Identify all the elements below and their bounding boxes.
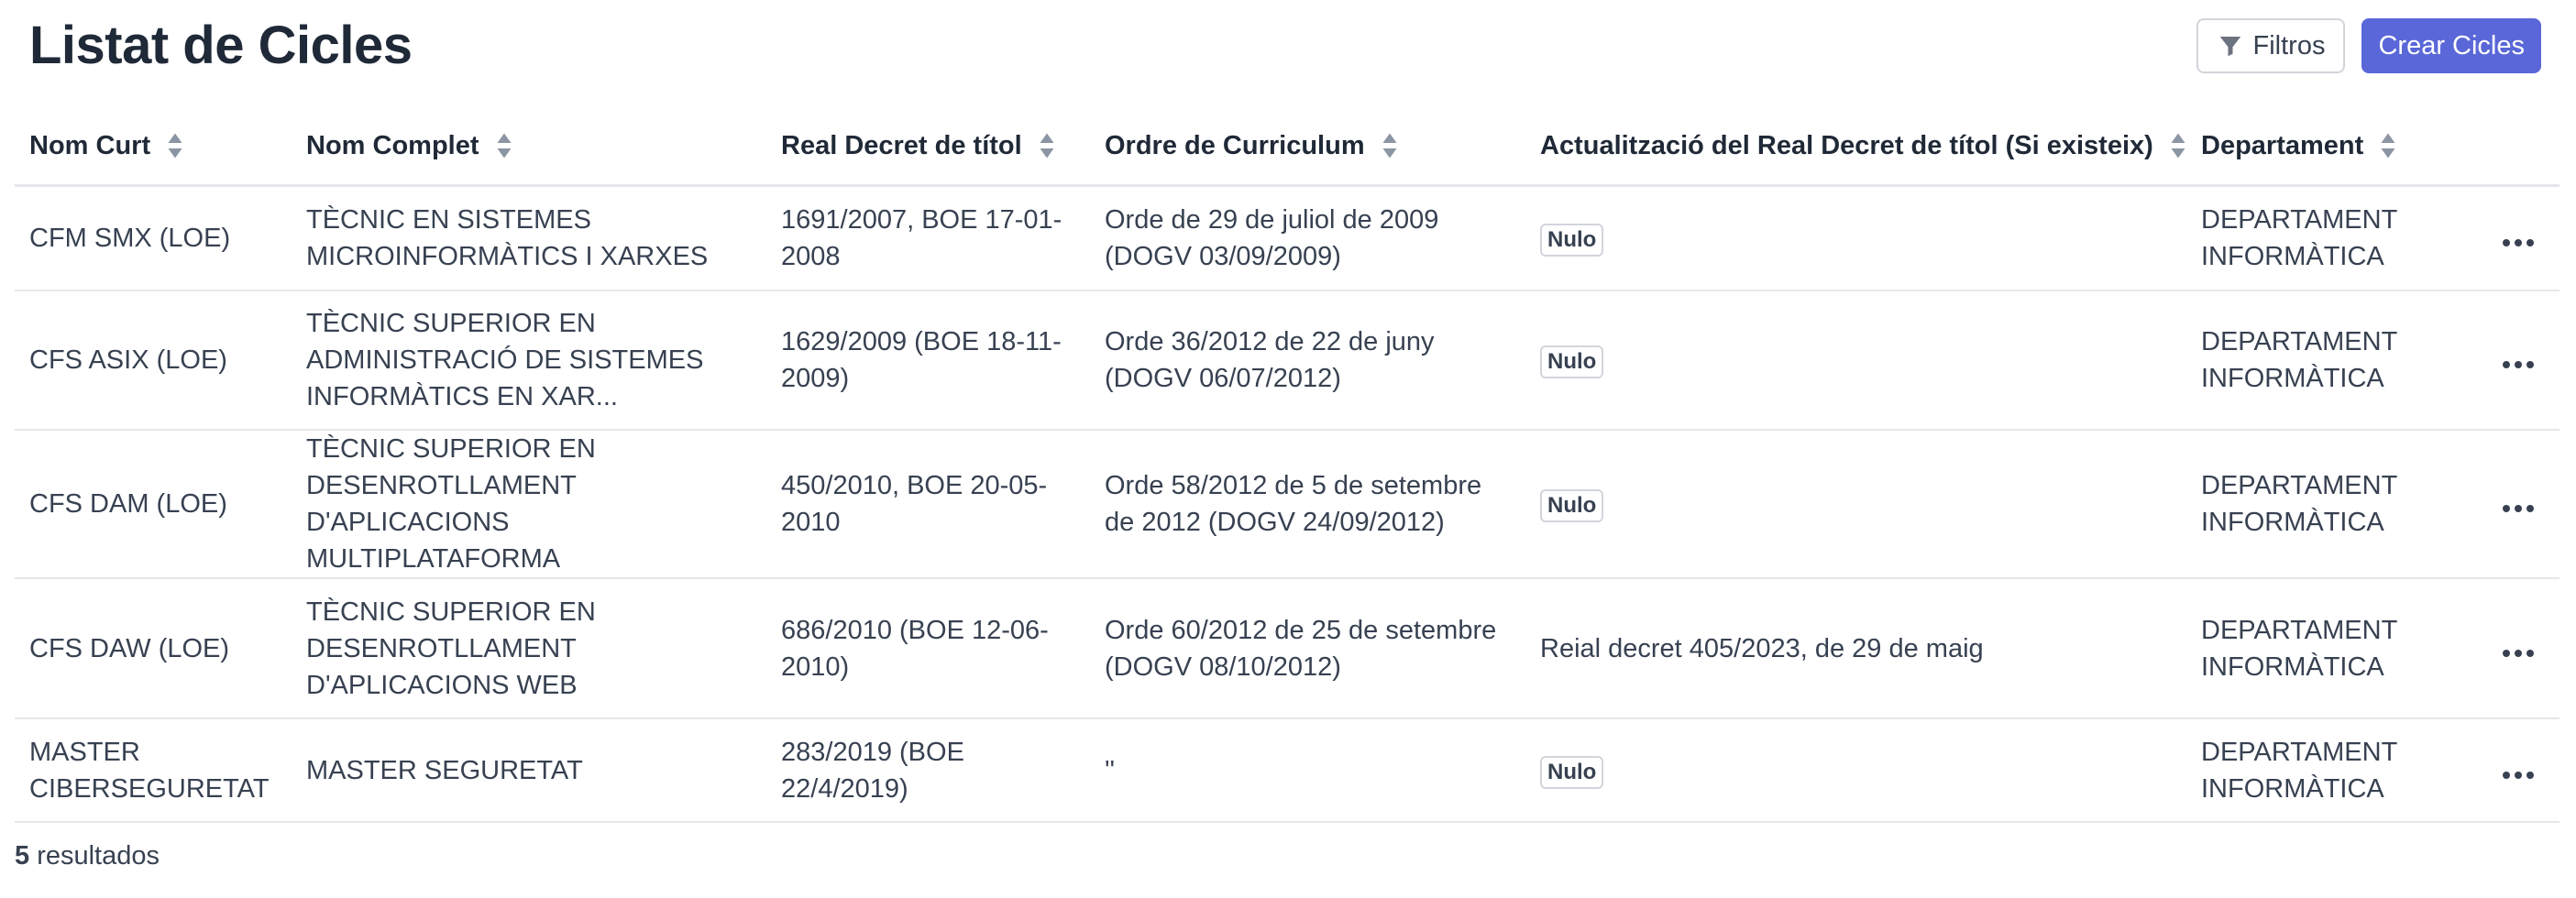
sort-icon[interactable] xyxy=(167,132,183,159)
cell-nom-complet: TÈCNIC EN SISTEMES MICROINFORMÀTICS I XA… xyxy=(306,204,709,271)
cell-actualitzacio: Nulo xyxy=(1525,290,2186,430)
table-body: CFM SMX (LOE) TÈCNIC EN SISTEMES MICROIN… xyxy=(15,185,2559,822)
column-header-label: Real Decret de títol xyxy=(781,130,1022,160)
page-title: Listat de Cicles xyxy=(29,16,413,75)
column-header-nom-curt[interactable]: Nom Curt xyxy=(15,108,292,185)
column-header-real-decret[interactable]: Real Decret de títol xyxy=(766,108,1090,185)
sort-icon[interactable] xyxy=(1039,132,1055,159)
cell-nom-complet: TÈCNIC SUPERIOR EN DESENROTLLAMENT D'APL… xyxy=(306,434,596,574)
table-header: Nom Curt Nom Complet Real Decret de títo… xyxy=(15,108,2559,185)
results-count-number: 5 xyxy=(15,841,30,871)
filter-icon xyxy=(2219,37,2240,57)
null-badge: Nulo xyxy=(1540,755,1604,789)
table-row[interactable]: CFS DAW (LOE) TÈCNIC SUPERIOR EN DESENRO… xyxy=(15,578,2559,718)
column-header-nom-complet[interactable]: Nom Complet xyxy=(292,108,766,185)
sort-icon[interactable] xyxy=(2170,132,2186,159)
column-header-label: Ordre de Curriculum xyxy=(1105,130,1365,160)
cell-actions xyxy=(2464,578,2559,718)
column-header-label: Actualització del Real Decret de títol (… xyxy=(1540,130,2153,160)
cell-nom-complet: TÈCNIC SUPERIOR EN DESENROTLLAMENT D'APL… xyxy=(306,597,596,700)
cell-departament: DEPARTAMENT INFORMÀTICA xyxy=(2201,204,2397,271)
header-actions: Filtros Crear Cicles xyxy=(2196,18,2541,73)
null-badge: Nulo xyxy=(1540,345,1604,378)
cell-real-decret: 1629/2009 (BOE 18-11-2009) xyxy=(781,327,1062,393)
cell-nom-curt: CFS DAW (LOE) xyxy=(29,633,230,663)
cell-ordre-curriculum: '' xyxy=(1105,755,1116,785)
cell-actions xyxy=(2464,185,2559,290)
cell-real-decret: 283/2019 (BOE 22/4/2019) xyxy=(781,737,964,804)
cell-nom-curt: CFS DAM (LOE) xyxy=(29,489,227,519)
filter-button-label: Filtros xyxy=(2252,30,2326,60)
cell-actualitzacio: Nulo xyxy=(1525,185,2186,290)
ellipsis-icon[interactable] xyxy=(2503,354,2534,376)
ellipsis-icon[interactable] xyxy=(2503,498,2534,520)
cell-actualitzacio: Nulo xyxy=(1525,430,2186,578)
sort-icon[interactable] xyxy=(2380,132,2396,159)
filter-button[interactable]: Filtros xyxy=(2196,18,2346,73)
sort-icon[interactable] xyxy=(1382,132,1398,159)
cell-nom-curt: MASTER CIBERSEGURETAT xyxy=(29,737,270,804)
table-row[interactable]: CFM SMX (LOE) TÈCNIC EN SISTEMES MICROIN… xyxy=(15,185,2559,290)
cell-nom-complet: TÈCNIC SUPERIOR EN ADMINISTRACIÓ DE SIST… xyxy=(306,309,704,411)
cell-departament: DEPARTAMENT INFORMÀTICA xyxy=(2201,471,2397,537)
create-cicles-button[interactable]: Crear Cicles xyxy=(2361,18,2541,73)
page-header: Listat de Cicles Filtros Crear Cicles xyxy=(15,0,2561,108)
cell-real-decret: 450/2010, BOE 20-05-2010 xyxy=(781,471,1048,537)
null-badge: Nulo xyxy=(1540,223,1604,257)
ellipsis-icon[interactable] xyxy=(2503,764,2534,786)
cicles-table: Nom Curt Nom Complet Real Decret de títo… xyxy=(15,108,2559,823)
cell-ordre-curriculum: Orde 58/2012 de 5 de setembre de 2012 (D… xyxy=(1105,471,1482,537)
cell-departament: DEPARTAMENT INFORMÀTICA xyxy=(2201,327,2397,393)
null-badge: Nulo xyxy=(1540,489,1604,522)
cell-ordre-curriculum: Orde de 29 de juliol de 2009 (DOGV 03/09… xyxy=(1105,204,1439,271)
cell-departament: DEPARTAMENT INFORMÀTICA xyxy=(2201,615,2397,682)
column-header-actions xyxy=(2464,108,2559,185)
ellipsis-icon[interactable] xyxy=(2503,642,2534,664)
sort-icon[interactable] xyxy=(496,132,512,159)
cell-actions xyxy=(2464,718,2559,822)
cell-nom-complet: MASTER SEGURETAT xyxy=(306,755,583,785)
column-header-actualitzacio[interactable]: Actualització del Real Decret de títol (… xyxy=(1525,108,2186,185)
table-row[interactable]: CFS ASIX (LOE) TÈCNIC SUPERIOR EN ADMINI… xyxy=(15,290,2559,430)
page: Listat de Cicles Filtros Crear Cicles No… xyxy=(0,0,2576,898)
column-header-ordre-curriculum[interactable]: Ordre de Curriculum xyxy=(1090,108,1525,185)
cell-actions xyxy=(2464,290,2559,430)
column-header-label: Nom Curt xyxy=(29,130,151,160)
cell-real-decret: 1691/2007, BOE 17-01-2008 xyxy=(781,204,1062,271)
cell-ordre-curriculum: Orde 60/2012 de 25 de setembre (DOGV 08/… xyxy=(1105,615,1497,682)
table-row[interactable]: CFS DAM (LOE) TÈCNIC SUPERIOR EN DESENRO… xyxy=(15,430,2559,578)
ellipsis-icon[interactable] xyxy=(2503,232,2534,254)
cell-departament: DEPARTAMENT INFORMÀTICA xyxy=(2201,737,2397,804)
column-header-departament[interactable]: Departament xyxy=(2186,108,2464,185)
cell-actualitzacio: Reial decret 405/2023, de 29 de maig xyxy=(1540,633,1984,663)
results-count: 5 resultados xyxy=(15,841,160,871)
cell-nom-curt: CFM SMX (LOE) xyxy=(29,223,231,253)
column-header-label: Departament xyxy=(2201,130,2364,160)
table-row[interactable]: MASTER CIBERSEGURETAT MASTER SEGURETAT 2… xyxy=(15,718,2559,822)
cell-actualitzacio: Nulo xyxy=(1525,718,2186,822)
results-count-label: resultados xyxy=(29,841,160,871)
cell-real-decret: 686/2010 (BOE 12-06-2010) xyxy=(781,615,1049,682)
cell-actions xyxy=(2464,430,2559,578)
column-header-label: Nom Complet xyxy=(306,130,479,160)
cell-nom-curt: CFS ASIX (LOE) xyxy=(29,345,227,375)
cell-ordre-curriculum: Orde 36/2012 de 22 de juny (DOGV 06/07/2… xyxy=(1105,327,1435,393)
